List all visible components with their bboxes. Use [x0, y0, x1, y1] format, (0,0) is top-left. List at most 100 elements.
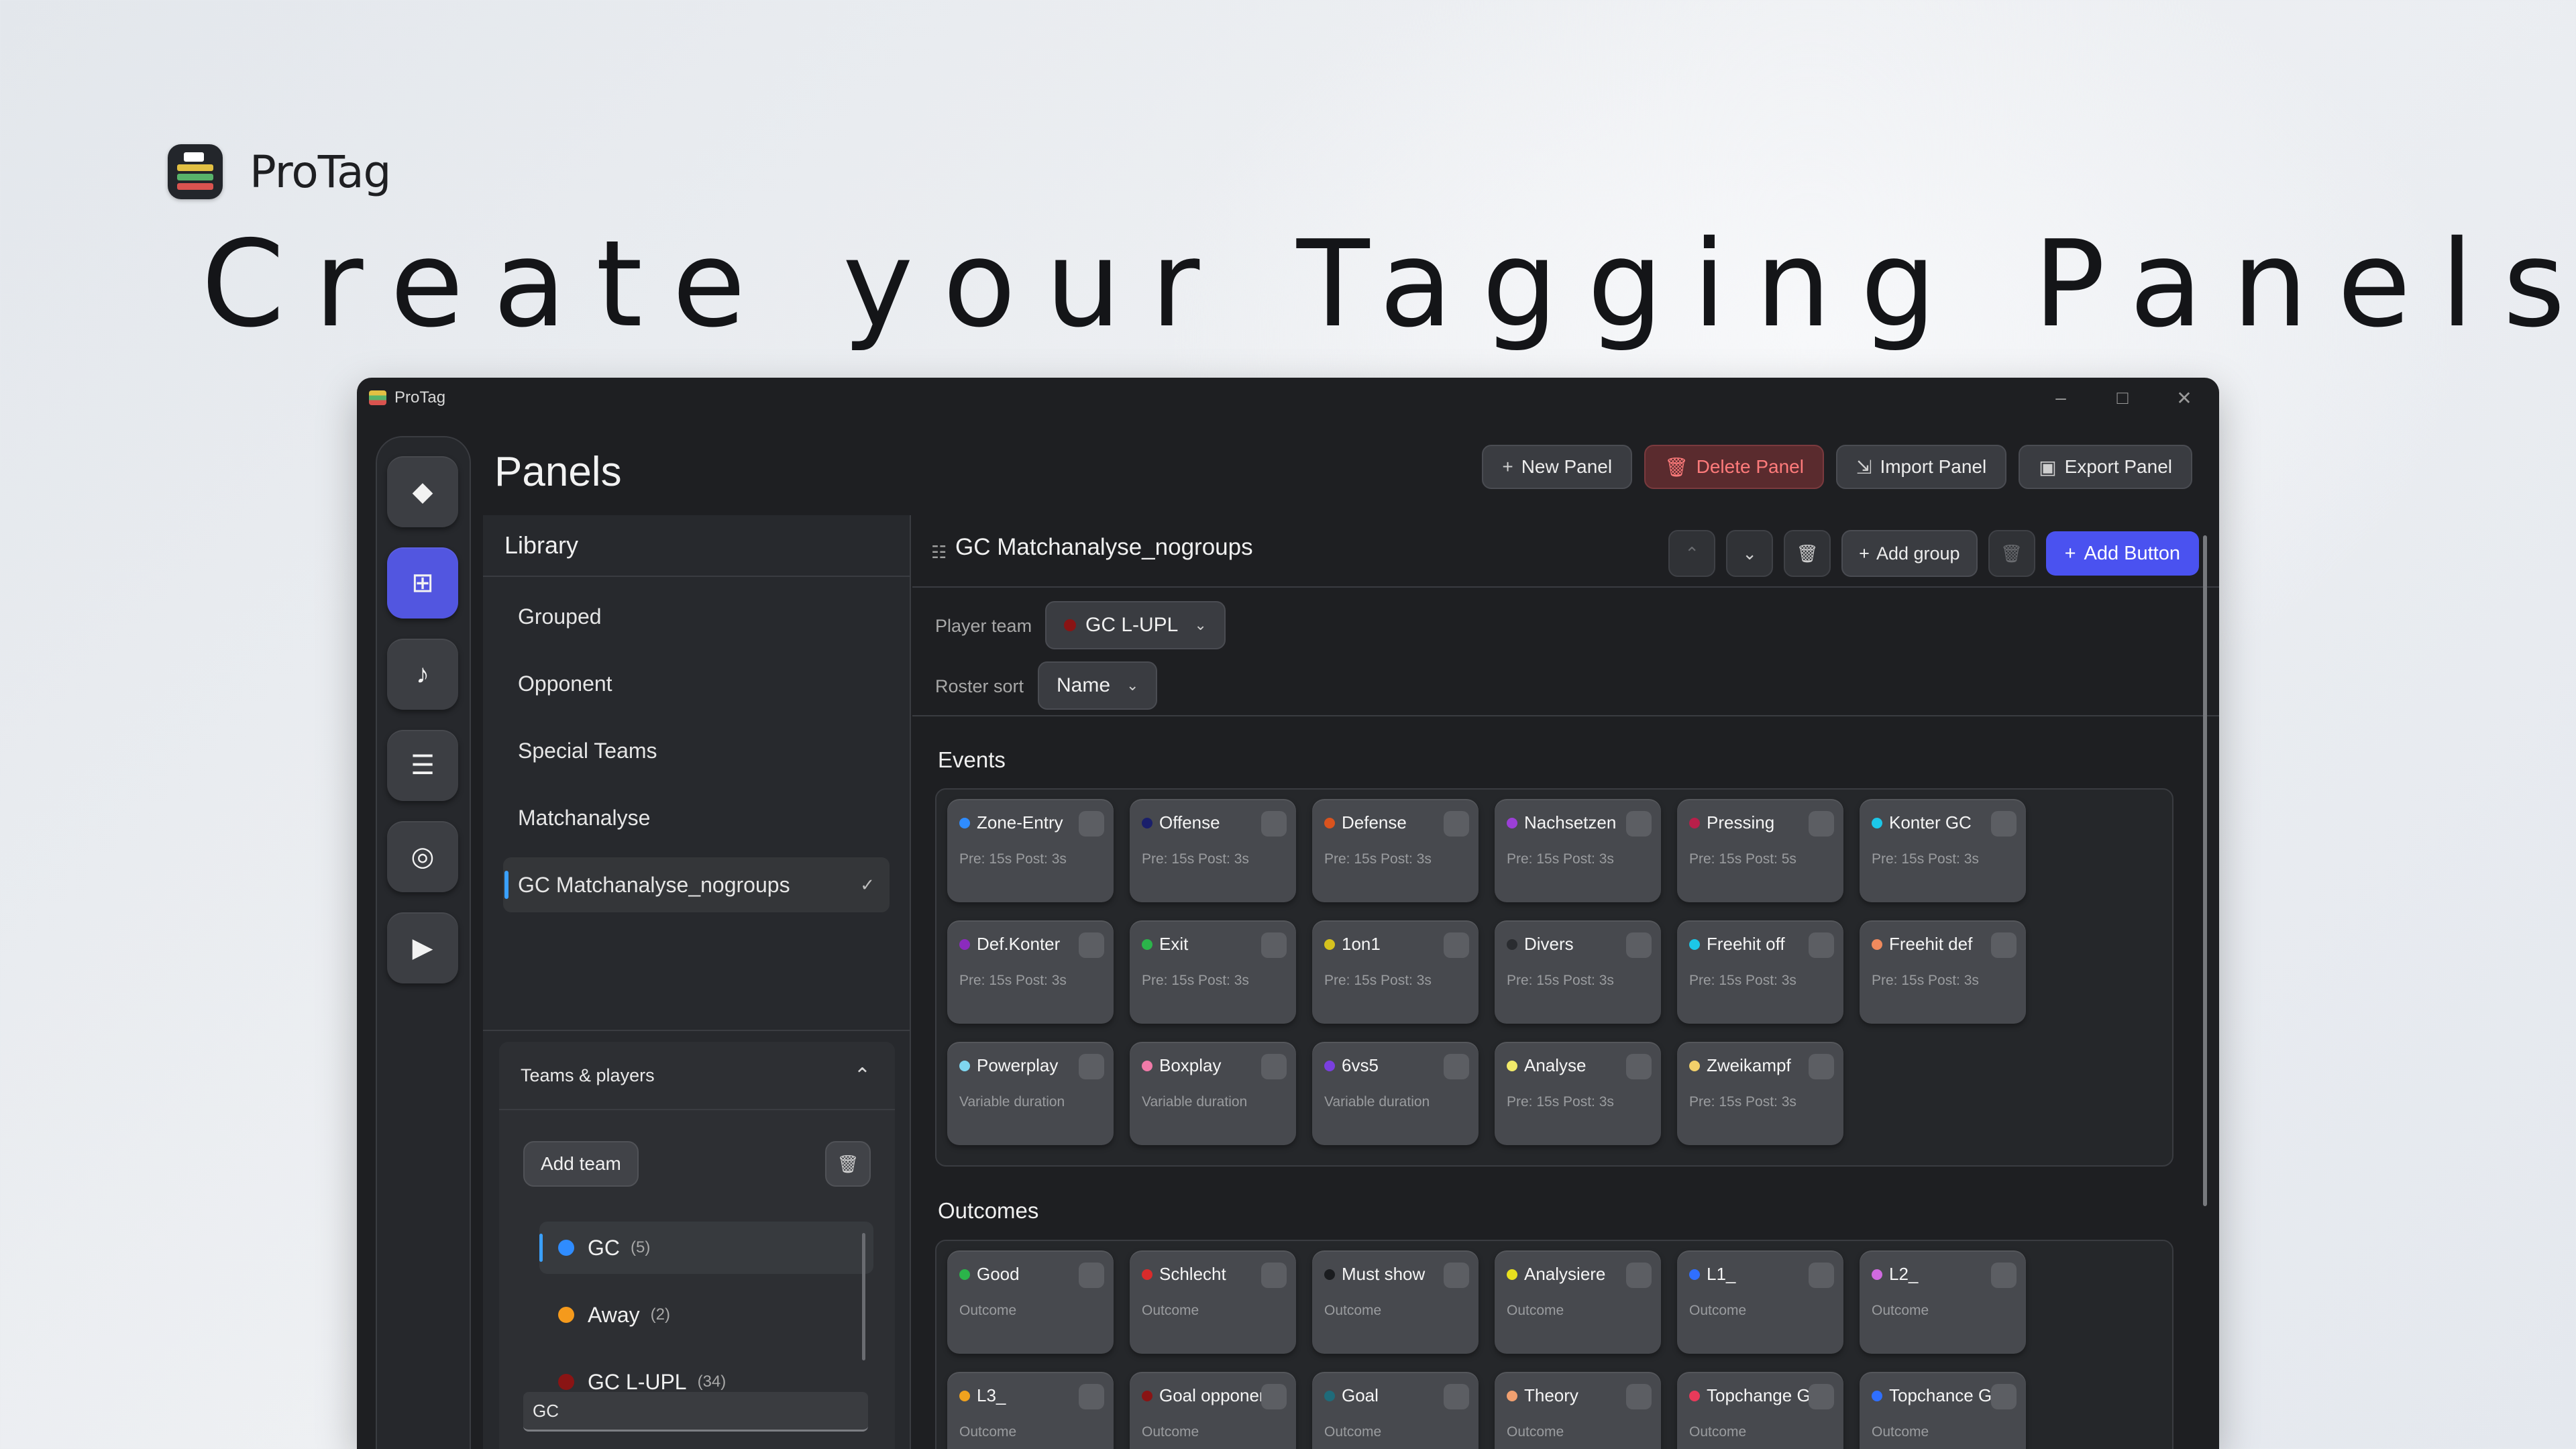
hotkey-badge[interactable]: [1991, 932, 2017, 958]
export-panel-button[interactable]: ▣ Export Panel: [2019, 445, 2192, 489]
trash-icon[interactable]: 🗑: [825, 1141, 871, 1187]
tag-button[interactable]: Powerplay Variable duration: [947, 1042, 1114, 1145]
chevron-down-icon[interactable]: ⌄: [1726, 530, 1774, 577]
hotkey-badge[interactable]: [1079, 932, 1104, 958]
library-item[interactable]: GC Matchanalyse_nogroups ✓: [503, 857, 890, 912]
roster-sort-select[interactable]: Name ⌄: [1038, 661, 1158, 710]
tag-button[interactable]: Schlecht Outcome: [1130, 1250, 1296, 1354]
team-color-dot: [1064, 619, 1076, 631]
trash-icon[interactable]: 🗑: [1988, 530, 2035, 577]
team-row[interactable]: Away (2): [539, 1289, 873, 1341]
tag-button[interactable]: Topchange G... Outcome: [1677, 1372, 1843, 1449]
hotkey-badge[interactable]: [1261, 1054, 1287, 1079]
hotkey-badge[interactable]: [1626, 1384, 1652, 1409]
tag-button[interactable]: Freehit off Pre: 15s Post: 3s: [1677, 920, 1843, 1024]
hotkey-badge[interactable]: [1079, 1263, 1104, 1288]
hotkey-badge[interactable]: [1261, 1384, 1287, 1409]
maximize-icon[interactable]: □: [2108, 387, 2137, 409]
hotkey-badge[interactable]: [1809, 811, 1834, 837]
tag-button[interactable]: Freehit def Pre: 15s Post: 3s: [1860, 920, 2026, 1024]
tag-button[interactable]: Konter GC Pre: 15s Post: 3s: [1860, 799, 2026, 902]
hotkey-badge[interactable]: [1626, 1054, 1652, 1079]
tag-button[interactable]: Analyse Pre: 15s Post: 3s: [1495, 1042, 1661, 1145]
minimize-icon[interactable]: –: [2046, 387, 2076, 409]
add-team-button[interactable]: Add team: [523, 1141, 639, 1187]
hotkey-badge[interactable]: [1626, 1263, 1652, 1288]
tag-button[interactable]: 1on1 Pre: 15s Post: 3s: [1312, 920, 1479, 1024]
library-item[interactable]: Opponent: [503, 656, 890, 711]
tag-button-label: Zweikampf: [1707, 1055, 1791, 1075]
tag-button-label: 1on1: [1342, 934, 1381, 954]
team-row[interactable]: GC (5): [539, 1222, 873, 1274]
hotkey-badge[interactable]: [1809, 1054, 1834, 1079]
tag-button[interactable]: Exit Pre: 15s Post: 3s: [1130, 920, 1296, 1024]
tag-button[interactable]: Pressing Pre: 15s Post: 5s: [1677, 799, 1843, 902]
chevron-up-icon[interactable]: ⌃: [1668, 530, 1716, 577]
plus-icon: +: [2064, 542, 2076, 564]
add-button-button[interactable]: + Add Button: [2045, 531, 2199, 576]
library-item[interactable]: Grouped: [503, 589, 890, 644]
rail-button-music[interactable]: ♪: [387, 639, 458, 710]
hotkey-badge[interactable]: [1444, 932, 1469, 958]
tag-button[interactable]: Analysiere Outcome: [1495, 1250, 1661, 1354]
hotkey-badge[interactable]: [1991, 1384, 2017, 1409]
tag-button[interactable]: Zweikampf Pre: 15s Post: 3s: [1677, 1042, 1843, 1145]
add-group-button[interactable]: + Add group: [1841, 530, 1978, 577]
tag-button[interactable]: Nachsetzen Pre: 15s Post: 3s: [1495, 799, 1661, 902]
hotkey-badge[interactable]: [1809, 932, 1834, 958]
tag-button[interactable]: Boxplay Variable duration: [1130, 1042, 1296, 1145]
rail-button-list[interactable]: ☰: [387, 730, 458, 801]
scrollbar[interactable]: [2203, 535, 2207, 1206]
tag-button-label: Zone-Entry: [977, 812, 1063, 833]
hotkey-badge[interactable]: [1079, 1054, 1104, 1079]
rail-button-grid[interactable]: ⊞: [387, 547, 458, 619]
tag-button[interactable]: Defense Pre: 15s Post: 3s: [1312, 799, 1479, 902]
add-group-label: Add group: [1876, 543, 1960, 564]
hotkey-badge[interactable]: [1444, 811, 1469, 837]
hotkey-badge[interactable]: [1444, 1263, 1469, 1288]
tag-button[interactable]: L2_ Outcome: [1860, 1250, 2026, 1354]
hotkey-badge[interactable]: [1444, 1384, 1469, 1409]
hotkey-badge[interactable]: [1991, 811, 2017, 837]
delete-panel-button[interactable]: 🗑 Delete Panel: [1644, 445, 1824, 489]
teams-header[interactable]: Teams & players ⌃: [499, 1042, 895, 1110]
rail-button-play[interactable]: ▶: [387, 912, 458, 983]
hotkey-badge[interactable]: [1444, 1054, 1469, 1079]
chevron-up-icon[interactable]: ⌃: [854, 1064, 871, 1087]
team-name-input[interactable]: GC: [523, 1392, 868, 1432]
tag-button[interactable]: Offense Pre: 15s Post: 3s: [1130, 799, 1296, 902]
hotkey-badge[interactable]: [1079, 811, 1104, 837]
tag-button[interactable]: Topchance GC Outcome: [1860, 1372, 2026, 1449]
library-item[interactable]: Special Teams: [503, 723, 890, 778]
tag-button[interactable]: L1_ Outcome: [1677, 1250, 1843, 1354]
hotkey-badge[interactable]: [1261, 1263, 1287, 1288]
tag-button[interactable]: L3_ Outcome: [947, 1372, 1114, 1449]
rail-button-target[interactable]: ◎: [387, 821, 458, 892]
close-icon[interactable]: ✕: [2169, 387, 2199, 409]
tag-button[interactable]: Must show Outcome: [1312, 1250, 1479, 1354]
hotkey-badge[interactable]: [1991, 1263, 2017, 1288]
new-panel-button[interactable]: + New Panel: [1482, 445, 1633, 489]
hotkey-badge[interactable]: [1626, 932, 1652, 958]
tag-button[interactable]: Def.Konter Pre: 15s Post: 3s: [947, 920, 1114, 1024]
tag-button[interactable]: 6vs5 Variable duration: [1312, 1042, 1479, 1145]
hotkey-badge[interactable]: [1261, 932, 1287, 958]
scrollbar[interactable]: [862, 1233, 865, 1360]
hotkey-badge[interactable]: [1809, 1263, 1834, 1288]
tag-button[interactable]: Divers Pre: 15s Post: 3s: [1495, 920, 1661, 1024]
tag-button[interactable]: Good Outcome: [947, 1250, 1114, 1354]
player-team-select[interactable]: GC L-UPL ⌄: [1045, 601, 1226, 649]
tag-button[interactable]: Theory Outcome: [1495, 1372, 1661, 1449]
tag-button[interactable]: Goal Outcome: [1312, 1372, 1479, 1449]
hotkey-badge[interactable]: [1626, 811, 1652, 837]
rail-button-diamond[interactable]: ◆: [387, 456, 458, 527]
library-item[interactable]: Matchanalyse: [503, 790, 890, 845]
trash-icon[interactable]: 🗑: [1784, 530, 1831, 577]
import-panel-button[interactable]: ⇲ Import Panel: [1835, 445, 2007, 489]
tag-button[interactable]: Zone-Entry Pre: 15s Post: 3s: [947, 799, 1114, 902]
tag-button-label: L1_: [1707, 1264, 1736, 1284]
hotkey-badge[interactable]: [1079, 1384, 1104, 1409]
hotkey-badge[interactable]: [1809, 1384, 1834, 1409]
tag-button[interactable]: Goal opponent Outcome: [1130, 1372, 1296, 1449]
hotkey-badge[interactable]: [1261, 811, 1287, 837]
